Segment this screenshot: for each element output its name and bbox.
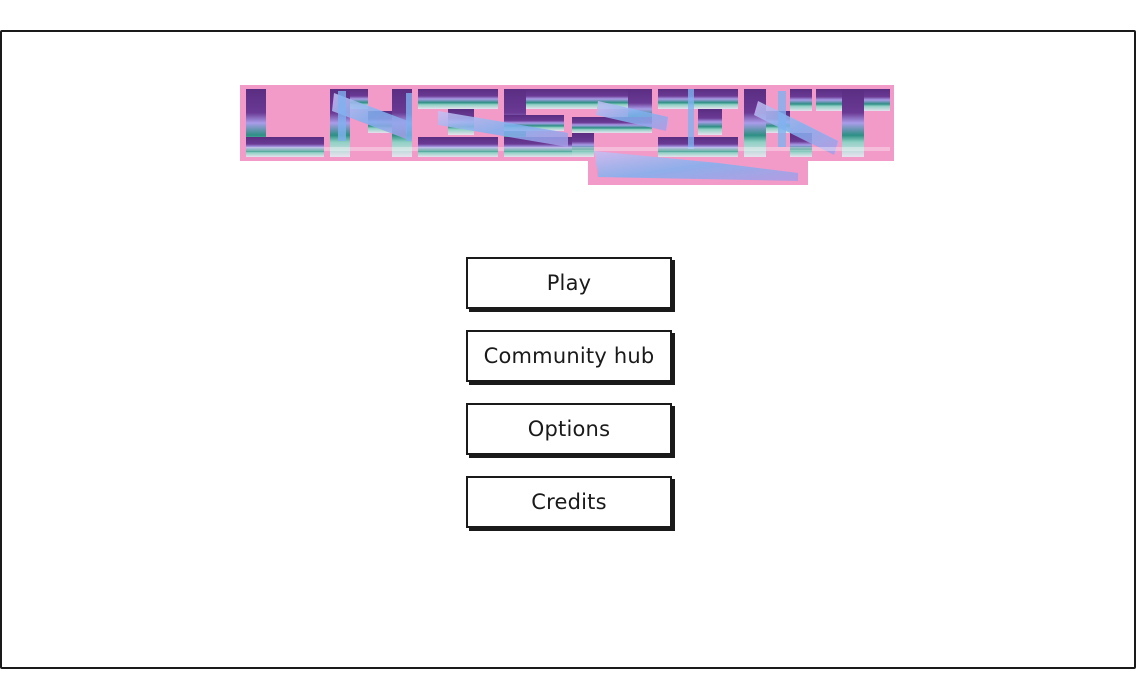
credits-button-label: Credits <box>531 490 607 514</box>
community-hub-button-label: Community hub <box>483 344 655 368</box>
community-hub-button[interactable]: Community hub <box>466 330 672 382</box>
play-button[interactable]: Play <box>466 257 672 309</box>
credits-button[interactable]: Credits <box>466 476 672 528</box>
play-button-label: Play <box>546 271 592 295</box>
options-button[interactable]: Options <box>466 403 672 455</box>
game-logo <box>240 85 894 185</box>
options-button-label: Options <box>527 417 611 441</box>
